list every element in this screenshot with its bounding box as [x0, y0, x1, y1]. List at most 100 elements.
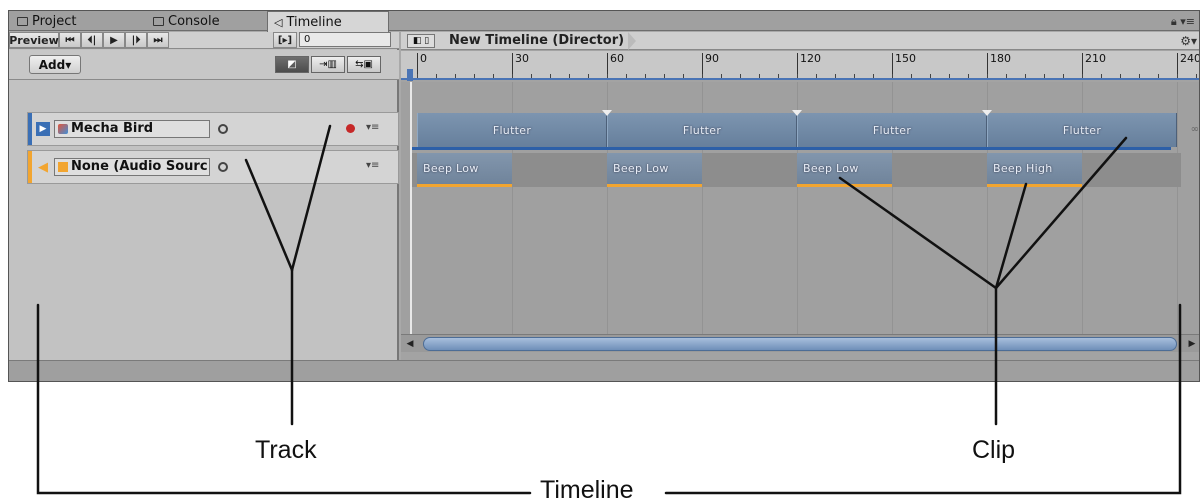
ruler-minor-tick — [721, 74, 722, 78]
scroll-right-icon[interactable]: ▶ — [1185, 337, 1199, 351]
timeline-annotation-label: Timeline — [540, 476, 634, 502]
ruler-minor-tick — [759, 74, 760, 78]
folder-icon — [17, 16, 28, 26]
go-to-end-icon[interactable]: ⏭ — [147, 32, 169, 48]
clip-annotation-label: Clip — [972, 436, 1016, 464]
track-binding-field[interactable]: Mecha Bird — [54, 120, 210, 138]
horizontal-scrollbar[interactable]: ◀ ▶ — [401, 334, 1199, 352]
track-binding-field[interactable]: None (Audio Sourc — [54, 158, 210, 176]
ruler-minor-tick — [987, 74, 988, 78]
next-frame-icon[interactable]: |⏵ — [125, 32, 147, 48]
track-list-toggle[interactable]: ◧ ▯ — [407, 33, 435, 48]
ruler-minor-tick — [854, 74, 855, 78]
ruler-minor-tick — [816, 74, 817, 78]
timeline-title[interactable]: New Timeline (Director) — [449, 33, 624, 48]
ruler-tick: 180 — [987, 53, 1011, 75]
current-frame-field[interactable]: 0 — [299, 32, 391, 47]
ruler-minor-tick — [1139, 74, 1140, 78]
ruler-minor-tick — [930, 74, 931, 78]
ruler-minor-tick — [1063, 74, 1064, 78]
tab-timeline[interactable]: ◁ Timeline — [267, 11, 389, 32]
status-bar — [9, 360, 1199, 381]
track-menu-icon[interactable]: ▾≡ — [366, 160, 379, 171]
ruler-minor-tick — [607, 74, 608, 78]
ruler-minor-tick — [968, 74, 969, 78]
ruler-minor-tick — [1025, 74, 1026, 78]
previous-frame-icon[interactable]: ⏴| — [81, 32, 103, 48]
ruler-tick: 240 — [1177, 53, 1199, 75]
audio-track-icon: ◀ — [38, 159, 48, 175]
lock-icon[interactable]: 🔒︎ ▾≡ — [1171, 15, 1195, 29]
ruler-minor-tick — [702, 74, 703, 78]
tab-console-label: Console — [168, 13, 220, 29]
ripple-mode-icon[interactable]: ⇥▥ — [311, 56, 345, 73]
track-header-animation[interactable]: ▶ Mecha Bird ▾≡ — [27, 112, 399, 146]
console-icon — [153, 16, 164, 26]
gridline — [1177, 82, 1178, 334]
tab-console[interactable]: Console — [147, 11, 226, 31]
timeline-editor: ◧ ▯ New Timeline (Director) ⚙▾ 0 30 60 9… — [401, 31, 1199, 360]
replace-mode-icon[interactable]: ⇆▣ — [347, 56, 381, 73]
ruler-minor-tick — [664, 74, 665, 78]
track-area[interactable]: Flutter Flutter Flutter Flutter ∞ Beep L… — [401, 82, 1199, 334]
ruler-minor-tick — [455, 74, 456, 78]
preview-button[interactable]: Preview — [9, 32, 59, 48]
ruler-minor-tick — [417, 74, 418, 78]
breadcrumb: ◧ ▯ New Timeline (Director) ⚙▾ — [401, 31, 1199, 50]
tab-project[interactable]: Project — [11, 11, 82, 31]
scroll-left-icon[interactable]: ◀ — [403, 337, 417, 351]
playhead-line[interactable] — [410, 82, 412, 334]
ruler-minor-tick — [1120, 74, 1121, 78]
animation-clip[interactable]: Flutter — [607, 113, 797, 147]
track-header-audio[interactable]: ◀ None (Audio Sourc ▾≡ — [27, 150, 399, 184]
ruler-minor-tick — [778, 74, 779, 78]
playhead-handle[interactable] — [407, 69, 413, 81]
clip-blend-marker — [982, 110, 992, 116]
ruler-minor-tick — [1196, 74, 1197, 78]
ruler-minor-tick — [474, 74, 475, 78]
add-track-row: Add▾ ◩ ⇥▥ ⇆▣ — [9, 50, 399, 80]
audio-clip[interactable]: Beep High — [987, 153, 1082, 187]
go-to-start-icon[interactable]: ⏮ — [59, 32, 81, 48]
timeline-icon: ◁ — [274, 15, 283, 29]
edit-mode-icon[interactable]: ◩ — [275, 56, 309, 73]
gameobject-icon — [58, 124, 68, 134]
object-picker-icon[interactable] — [218, 124, 228, 134]
record-icon[interactable] — [346, 124, 355, 133]
ruler-minor-tick — [1101, 74, 1102, 78]
track-list-panel: Preview ⏮ ⏴| ▶ |⏵ ⏭ [▸] 0 Add▾ ◩ ⇥▥ ⇆▣ ▶… — [9, 32, 399, 360]
play-range-toggle[interactable]: [▸] — [273, 32, 297, 48]
track-name: None (Audio Sourc — [71, 159, 208, 174]
object-picker-icon[interactable] — [218, 162, 228, 172]
infinity-icon: ∞ — [1190, 124, 1199, 135]
animation-clip[interactable]: Flutter — [417, 113, 607, 147]
ruler-minor-tick — [873, 74, 874, 78]
animation-clip[interactable]: Flutter — [797, 113, 987, 147]
ruler-minor-tick — [588, 74, 589, 78]
ruler-minor-tick — [1006, 74, 1007, 78]
ruler-minor-tick — [949, 74, 950, 78]
transport-bar: Preview ⏮ ⏴| ▶ |⏵ ⏭ [▸] 0 — [9, 32, 399, 49]
time-ruler[interactable]: 0 30 60 90 120 150 180 210 240 — [401, 51, 1199, 81]
track-menu-icon[interactable]: ▾≡ — [366, 122, 379, 133]
scroll-thumb[interactable] — [423, 337, 1177, 351]
ruler-minor-tick — [512, 74, 513, 78]
ruler-tick: 0 — [417, 53, 427, 75]
timeline-window: Project Console ◁ Timeline 🔒︎ ▾≡ Preview… — [8, 10, 1200, 382]
animation-lane-line — [411, 147, 1171, 150]
audio-clip[interactable]: Beep Low — [607, 153, 702, 187]
ruler-minor-tick — [569, 74, 570, 78]
ruler-minor-tick — [1158, 74, 1159, 78]
audio-clip[interactable]: Beep Low — [797, 153, 892, 187]
add-track-button[interactable]: Add▾ — [29, 55, 81, 74]
audio-clip[interactable]: Beep Low — [417, 153, 512, 187]
tab-project-label: Project — [32, 13, 77, 29]
track-color-bar — [28, 113, 32, 145]
ruler-minor-tick — [1082, 74, 1083, 78]
animation-clip[interactable]: Flutter — [987, 113, 1177, 147]
gear-icon[interactable]: ⚙▾ — [1180, 34, 1197, 48]
ruler-minor-tick — [1044, 74, 1045, 78]
ruler-tick: 120 — [797, 53, 821, 75]
clip-blend-marker — [792, 110, 802, 116]
play-icon[interactable]: ▶ — [103, 32, 125, 48]
